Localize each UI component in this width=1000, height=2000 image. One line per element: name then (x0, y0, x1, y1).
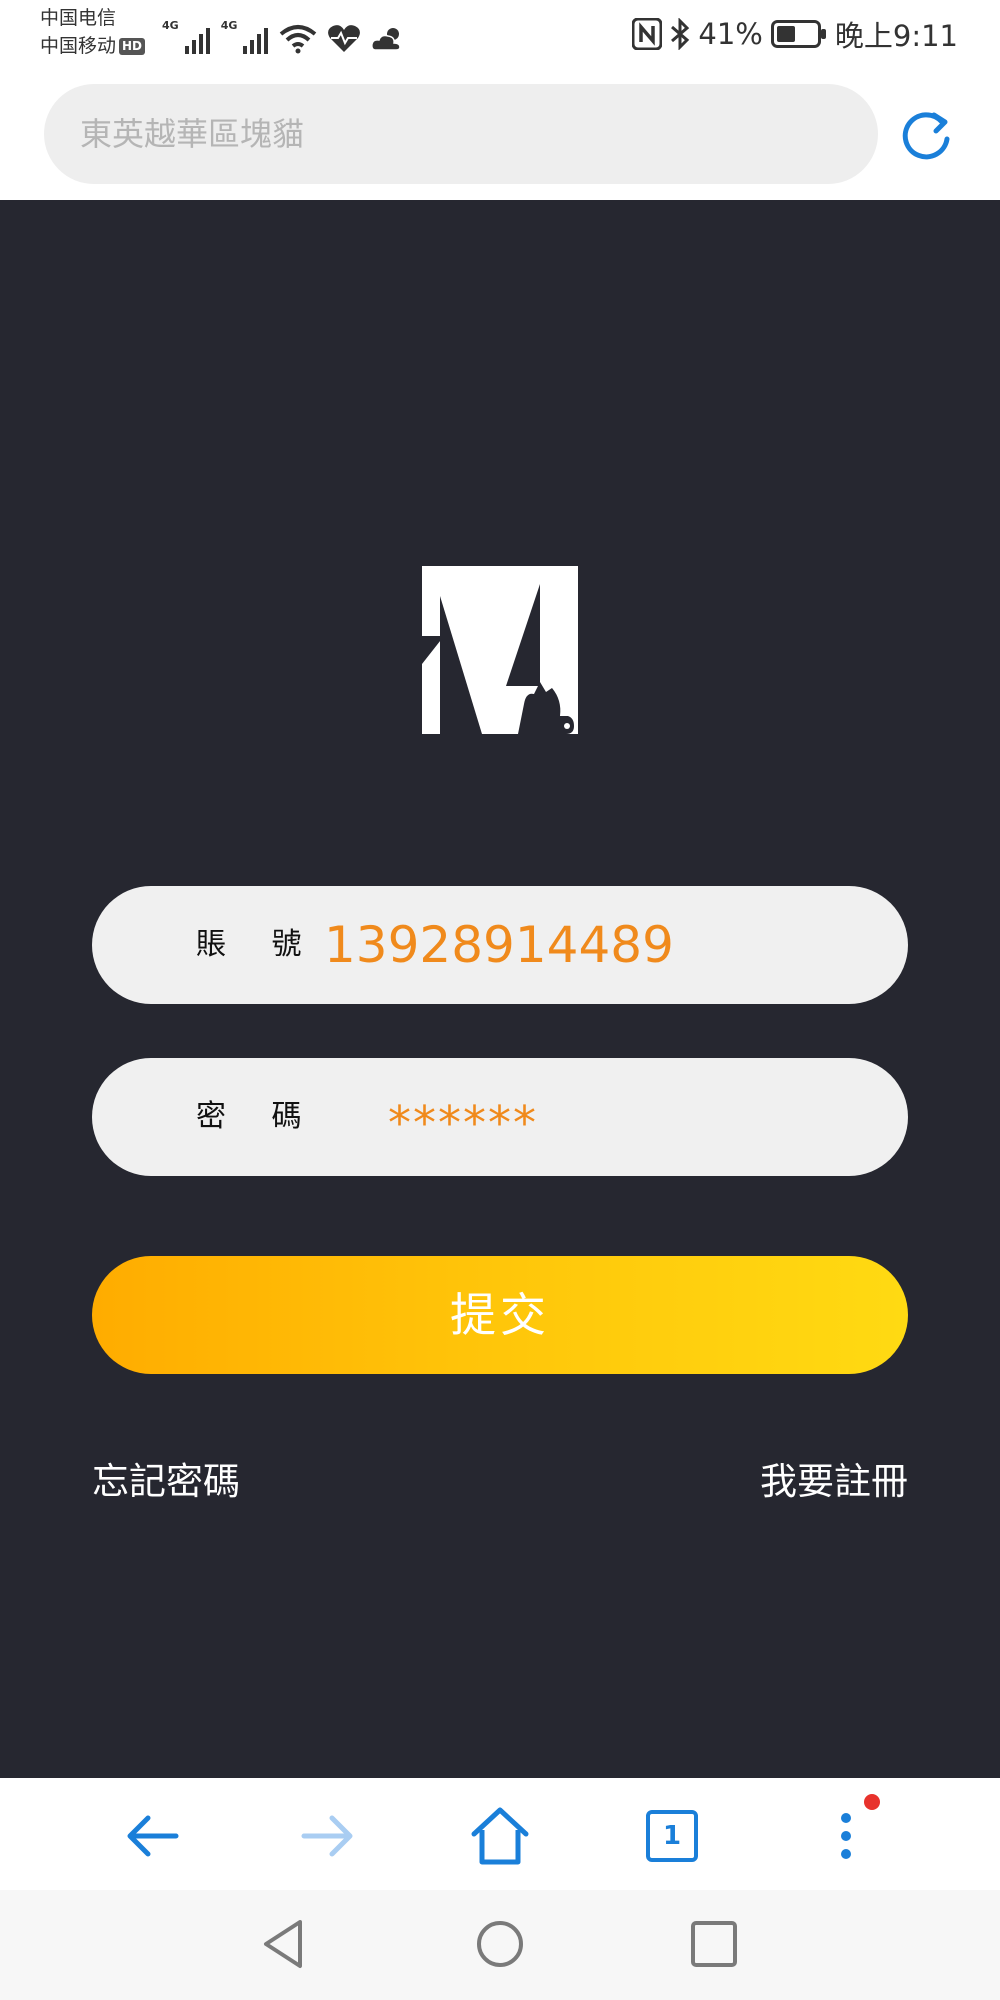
system-navigation-bar (0, 1890, 1000, 2000)
network-type-1: 4G (162, 19, 179, 32)
tabs-icon[interactable]: 1 (646, 1810, 698, 1862)
network-type-2: 4G (220, 19, 238, 32)
status-icons-left: 4G 4G (162, 14, 405, 54)
account-input-value[interactable]: 13928914489 (324, 886, 674, 1004)
submit-button[interactable]: 提交 (92, 1256, 908, 1374)
heart-rate-icon (328, 25, 361, 52)
password-input-value[interactable]: ****** (388, 1064, 538, 1182)
url-input[interactable]: 東英越華區塊貓 (44, 84, 878, 184)
home-icon[interactable] (470, 1806, 530, 1866)
address-bar: 東英越華區塊貓 (0, 70, 1000, 200)
tab-count: 1 (662, 1821, 682, 1851)
battery-icon (770, 20, 826, 48)
account-field[interactable]: 賬 號 13928914489 (92, 886, 908, 1004)
brand-logo (422, 566, 578, 734)
back-arrow-icon[interactable] (122, 1806, 182, 1866)
register-link[interactable]: 我要註冊 (760, 1460, 908, 1504)
status-icons-right: 41% 晚上9:11 (632, 14, 958, 54)
account-label: 賬 號 (196, 927, 320, 962)
notification-dot (864, 1794, 880, 1810)
system-recents-icon[interactable] (688, 1918, 740, 1970)
carrier-2: 中国移动 (40, 35, 117, 57)
reload-icon[interactable] (898, 108, 954, 164)
carrier-info: 中国电信 中国移动 HD (40, 4, 146, 60)
hd-badge: HD (119, 38, 146, 55)
status-bar: 中国电信 中国移动 HD 4G 4G 41% 晚上9:11 (0, 0, 1000, 70)
wifi-icon (280, 25, 317, 54)
battery-percent: 41% (698, 17, 763, 51)
clock: 晚上9:11 (834, 19, 958, 53)
forward-arrow-icon[interactable] (298, 1806, 358, 1866)
signal-icon (243, 28, 269, 54)
carrier-1: 中国电信 (40, 7, 117, 29)
system-back-icon[interactable] (258, 1918, 310, 1970)
system-home-icon[interactable] (474, 1918, 526, 1970)
password-label: 密 碼 (196, 1099, 320, 1134)
menu-dots-icon[interactable] (816, 1806, 876, 1866)
url-text: 東英越華區塊貓 (80, 115, 305, 153)
bluetooth-icon (671, 18, 690, 50)
signal-icon (184, 28, 210, 54)
carrier-2-row: 中国移动 HD (40, 32, 146, 60)
login-page: 賬 號 13928914489 密 碼 ****** 提交 忘記密碼 我要註冊 (0, 200, 1000, 1778)
browser-toolbar: 1 (0, 1778, 1000, 1890)
weather-icon (371, 28, 402, 51)
nfc-icon (632, 18, 663, 50)
password-field[interactable]: 密 碼 ****** (92, 1058, 908, 1176)
forgot-password-link[interactable]: 忘記密碼 (92, 1460, 240, 1504)
